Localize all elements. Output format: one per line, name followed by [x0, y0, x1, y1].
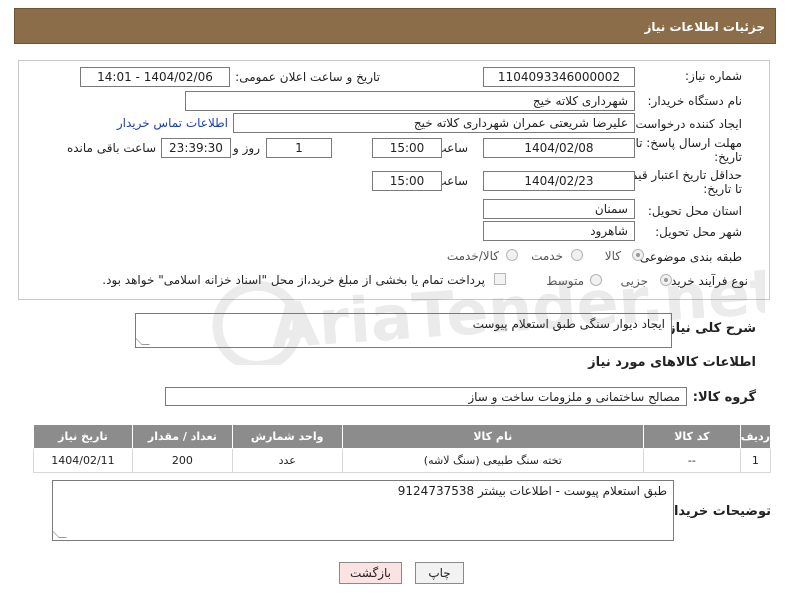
treasury-payment-checkbox[interactable] — [494, 273, 506, 285]
buyer-org-label: نام دستگاه خریدار: — [647, 94, 743, 108]
resize-grip-icon — [136, 337, 150, 345]
col-code-header: کد کالا — [642, 424, 741, 449]
resize-grip-icon — [53, 530, 67, 538]
purchase-radio-medium[interactable] — [590, 274, 602, 286]
remaining-days-field: 1 — [266, 138, 332, 158]
page-header: جزئیات اطلاعات نیاز — [14, 8, 776, 44]
items-table-header: ردیف کد کالا نام کالا واحد شمارش تعداد /… — [33, 424, 772, 449]
validity-label-date: تا تاریخ: — [703, 182, 742, 196]
purchase-type-label: نوع فرآیند خرید : — [663, 274, 748, 288]
back-button[interactable]: بازگشت — [339, 562, 402, 584]
days-label: روز و — [233, 141, 260, 155]
validity-time-field: 15:00 — [372, 171, 442, 191]
cell-qty: 200 — [131, 448, 233, 473]
cell-name: تخته سنگ طبیعی (سنگ لاشه) — [341, 448, 644, 473]
creator-label: ایجاد کننده درخواست: — [631, 117, 742, 131]
announce-datetime-field: 1404/02/06 - 14:01 — [80, 67, 230, 87]
buyer-contact-link[interactable]: اطلاعات تماس خریدار — [117, 116, 228, 130]
table-row: 1 -- تخته سنگ طبیعی (سنگ لاشه) عدد 200 1… — [33, 448, 772, 473]
creator-field: علیرضا شریعتی عمران شهرداری کلاته خیج — [233, 113, 635, 133]
page-title: جزئیات اطلاعات نیاز — [644, 20, 765, 34]
city-label: شهر محل تحویل: — [655, 225, 742, 239]
goods-group-field: مصالح ساختمانی و ملزومات ساخت و ساز — [165, 387, 687, 406]
need-number-label: شماره نیاز: — [685, 69, 742, 83]
deadline-date-field: 1404/02/08 — [483, 138, 635, 158]
cell-code: -- — [642, 448, 741, 473]
validity-date-field: 1404/02/23 — [483, 171, 635, 191]
province-field: سمنان — [483, 199, 635, 219]
category-option-goods-service: کالا/خدمت — [446, 249, 499, 263]
col-name-header: نام کالا — [341, 424, 644, 449]
deadline-label-date: تاریخ: — [714, 150, 742, 164]
announce-label: تاریخ و ساعت اعلان عمومی: — [235, 70, 380, 84]
treasury-payment-note: پرداخت تمام یا بخشی از مبلغ خرید،از محل … — [102, 273, 485, 287]
category-option-goods: کالا — [604, 249, 621, 263]
need-number-field: 1104093346000002 — [483, 67, 635, 87]
remaining-label: ساعت باقی مانده — [66, 141, 156, 155]
items-table: ردیف کد کالا نام کالا واحد شمارش تعداد /… — [33, 424, 772, 473]
category-label: طبقه بندی موضوعی: — [635, 250, 742, 264]
goods-section-title: اطلاعات کالاهای مورد نیاز — [588, 355, 756, 370]
cell-row: 1 — [739, 448, 772, 473]
buyer-notes-text: طبق استعلام پیوست - اطلاعات بیشتر 912473… — [397, 484, 667, 498]
purchase-option-medium: متوسط — [546, 274, 584, 288]
description-text: ایجاد دیوار سنگی طبق استعلام پیوست — [472, 317, 665, 331]
purchase-option-minor: جزیی — [620, 274, 648, 288]
description-label: شرح کلی نیاز: — [662, 321, 756, 336]
purchase-radio-minor[interactable] — [660, 274, 672, 286]
col-qty-header: تعداد / مقدار — [131, 424, 233, 449]
goods-group-label: گروه کالا: — [692, 390, 756, 405]
city-field: شاهرود — [483, 221, 635, 241]
description-textarea[interactable]: ایجاد دیوار سنگی طبق استعلام پیوست — [135, 313, 672, 348]
deadline-time-field: 15:00 — [372, 138, 442, 158]
remaining-time-field: 23:39:30 — [161, 138, 231, 158]
province-label: استان محل تحویل: — [647, 204, 742, 218]
buyer-org-field: شهرداری کلاته خیج — [185, 91, 635, 111]
category-radio-goods[interactable] — [632, 249, 644, 261]
col-date-header: تاریخ نیاز — [33, 424, 133, 449]
category-option-service: خدمت — [531, 249, 563, 263]
category-radio-goods-service[interactable] — [506, 249, 518, 261]
deadline-label: مهلت ارسال پاسخ: تا — [635, 136, 742, 150]
buyer-notes-textarea[interactable]: طبق استعلام پیوست - اطلاعات بیشتر 912473… — [52, 480, 674, 541]
cell-date: 1404/02/11 — [33, 448, 133, 473]
col-row-header: ردیف — [739, 424, 772, 449]
buyer-notes-label: توضیحات خریدار: — [661, 504, 771, 519]
cell-unit: عدد — [231, 448, 343, 473]
col-unit-header: واحد شمارش — [231, 424, 343, 449]
print-button[interactable]: چاپ — [415, 562, 464, 584]
category-radio-service[interactable] — [571, 249, 583, 261]
